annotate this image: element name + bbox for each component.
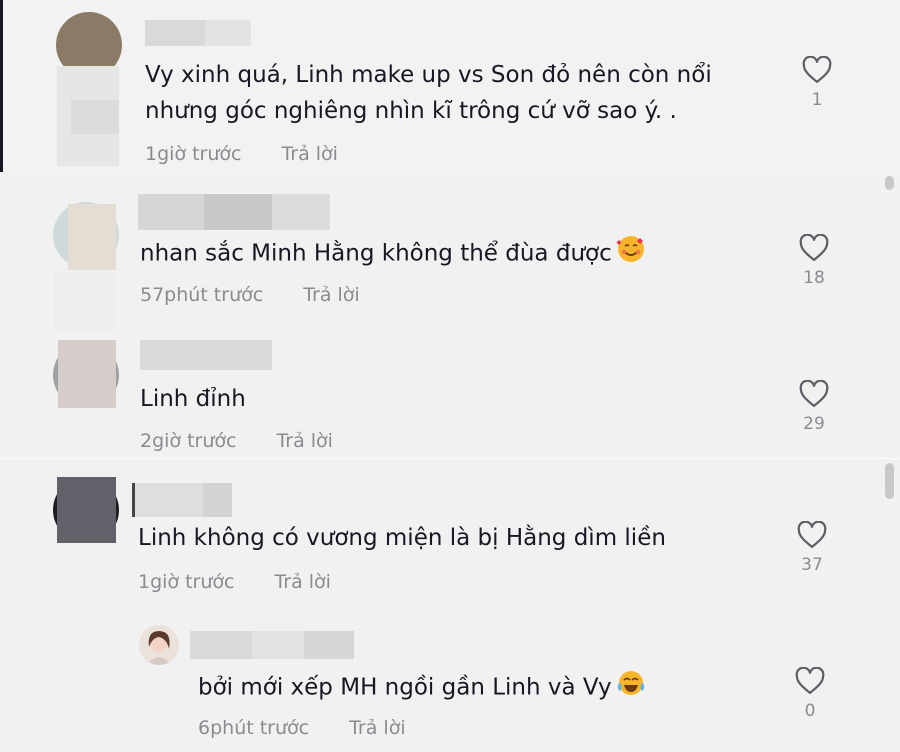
like-button[interactable]: 37 xyxy=(792,521,832,575)
comment-panel-3: Linh đỉnh 2giờ trước Trả lời 29 xyxy=(0,332,900,458)
reply-button[interactable]: Trả lời xyxy=(276,430,333,452)
scrollbar-thumb[interactable] xyxy=(885,463,894,499)
avatar-photo xyxy=(139,625,179,665)
comment-time: 1giờ trước xyxy=(138,571,235,593)
tears-of-joy-icon xyxy=(616,669,646,707)
comment-text: Linh đỉnh xyxy=(140,386,246,412)
reply-text-content: bởi mới xếp MH ngồi gần Linh và Vy xyxy=(198,674,612,701)
comment-text-line-2: nhưng góc nghiêng nhìn kĩ trông cứ vỡ sa… xyxy=(145,98,677,124)
username-redacted[interactable] xyxy=(138,194,330,230)
like-button[interactable]: 0 xyxy=(790,667,830,721)
blurred-area xyxy=(58,340,116,408)
heart-icon[interactable] xyxy=(802,56,832,84)
reply-button[interactable]: Trả lời xyxy=(281,143,338,165)
comment-text: Linh không có vương miện là bị Hằng dìm … xyxy=(138,525,666,551)
like-count: 1 xyxy=(811,90,823,110)
comment-text: nhan sắc Minh Hằng không thể đùa được xyxy=(140,234,646,274)
comment-meta: 57phút trước Trả lời xyxy=(140,284,360,306)
comment-meta: 1giờ trước Trả lời xyxy=(138,571,331,593)
comment-panel-1: Vy xinh quá, Linh make up vs Son đỏ nên … xyxy=(0,0,900,172)
username-redacted[interactable] xyxy=(190,631,354,659)
like-button[interactable]: 29 xyxy=(794,380,834,434)
heart-icon[interactable] xyxy=(795,667,825,695)
reply-button[interactable]: Trả lời xyxy=(303,284,360,306)
username-redacted[interactable] xyxy=(132,483,232,517)
like-count: 18 xyxy=(803,268,825,288)
reply-meta: 6phút trước Trả lời xyxy=(198,717,406,739)
heart-icon[interactable] xyxy=(799,234,829,262)
avatar[interactable] xyxy=(139,625,179,665)
username-redacted[interactable] xyxy=(140,340,272,370)
comment-panel-4: Linh không có vương miện là bị Hằng dìm … xyxy=(0,458,900,752)
blurred-area xyxy=(71,100,119,134)
like-count: 29 xyxy=(803,414,825,434)
comment-panel-2: nhan sắc Minh Hằng không thể đùa được 57… xyxy=(0,172,900,332)
smiling-face-with-hearts-icon xyxy=(616,234,646,274)
like-count: 37 xyxy=(801,555,823,575)
username-redacted[interactable] xyxy=(145,20,251,46)
blurred-area xyxy=(57,477,116,543)
heart-icon[interactable] xyxy=(799,380,829,408)
reply-time: 6phút trước xyxy=(198,717,310,739)
blurred-area xyxy=(68,204,116,270)
scrollbar-thumb[interactable] xyxy=(885,176,894,190)
reply-button[interactable]: Trả lời xyxy=(349,717,406,739)
reply-text: bởi mới xếp MH ngồi gần Linh và Vy xyxy=(198,669,646,707)
like-count: 0 xyxy=(804,701,816,721)
comment-time: 2giờ trước xyxy=(140,430,237,452)
heart-icon[interactable] xyxy=(797,521,827,549)
like-button[interactable]: 1 xyxy=(797,56,837,110)
like-button[interactable]: 18 xyxy=(794,234,834,288)
comment-meta: 1giờ trước Trả lời xyxy=(145,143,338,165)
reply-button[interactable]: Trả lời xyxy=(274,571,331,593)
blurred-area xyxy=(54,272,116,332)
comment-text: Vy xinh quá, Linh make up vs Son đỏ nên … xyxy=(145,62,712,88)
comment-meta: 2giờ trước Trả lời xyxy=(140,430,333,452)
comment-time: 1giờ trước xyxy=(145,143,242,165)
comment-time: 57phút trước xyxy=(140,284,264,306)
comment-text-content: nhan sắc Minh Hằng không thể đùa được xyxy=(140,240,612,267)
